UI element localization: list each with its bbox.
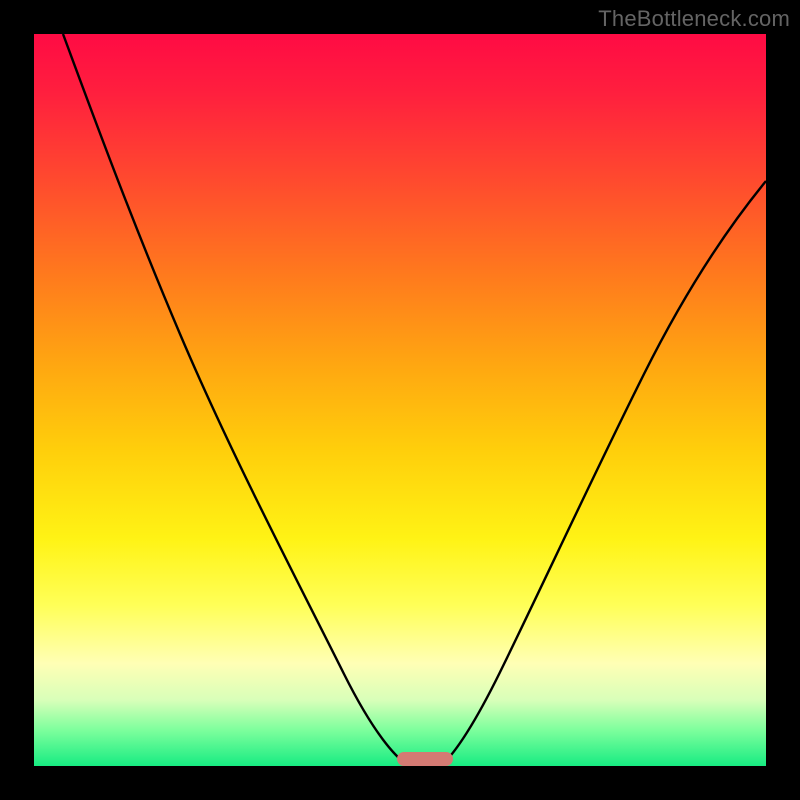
chart-frame: TheBottleneck.com [0,0,800,800]
left-branch-path [63,34,409,766]
bottleneck-curve [34,34,766,766]
bottleneck-indicator [397,752,453,766]
watermark-text: TheBottleneck.com [598,6,790,32]
right-branch-path [441,181,766,766]
chart-plot-area [34,34,766,766]
